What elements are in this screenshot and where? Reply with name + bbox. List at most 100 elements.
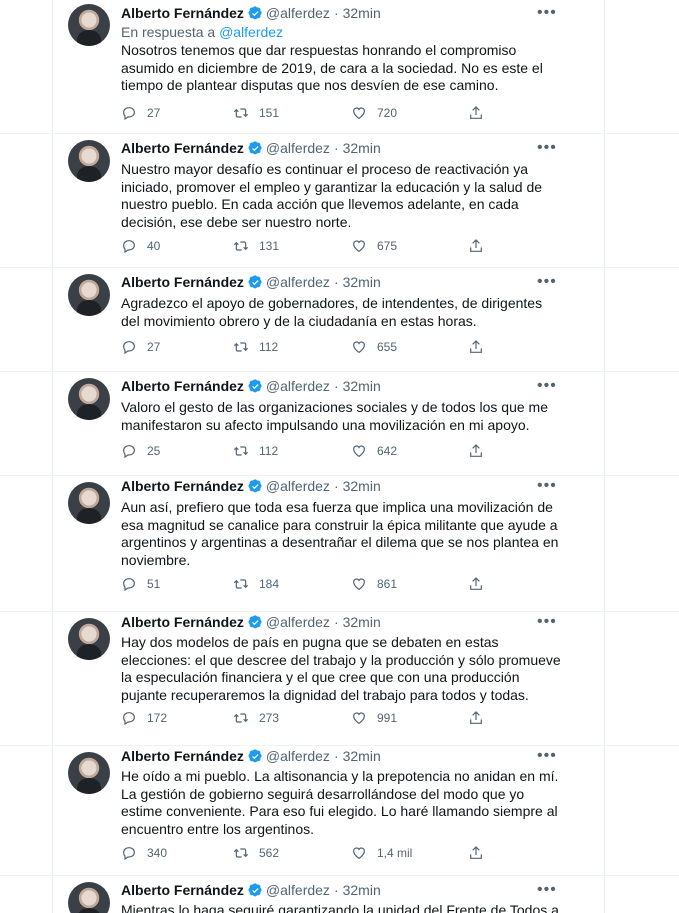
avatar[interactable] — [68, 752, 110, 794]
tweet-text: Valoro el gesto de las organizaciones so… — [121, 399, 548, 433]
share-button[interactable] — [468, 338, 494, 356]
more-icon[interactable]: ••• — [537, 882, 557, 898]
tweet-actions: 340 562 1,4 mil — [121, 844, 501, 862]
more-icon[interactable]: ••• — [537, 140, 557, 156]
tweet-timestamp[interactable]: 32min — [343, 274, 381, 290]
tweet-header: Alberto Fernández @alferdez · 32min — [121, 747, 381, 765]
author-handle[interactable]: @alferdez — [266, 882, 330, 898]
author-name[interactable]: Alberto Fernández — [121, 274, 244, 290]
tweet-timestamp[interactable]: 32min — [343, 478, 381, 494]
author-name[interactable]: Alberto Fernández — [121, 378, 244, 394]
like-button[interactable]: 861 — [351, 575, 397, 593]
retweet-icon — [233, 845, 259, 861]
tweet[interactable]: Alberto Fernández @alferdez · 32min ••• A… — [0, 268, 679, 372]
like-button[interactable]: 675 — [351, 237, 397, 255]
author-handle[interactable]: @alferdez — [266, 614, 330, 630]
separator-dot: · — [333, 5, 339, 21]
separator-dot: · — [333, 882, 339, 898]
avatar[interactable] — [68, 4, 110, 46]
author-name[interactable]: Alberto Fernández — [121, 882, 244, 898]
retweet-count: 112 — [259, 340, 279, 354]
author-name[interactable]: Alberto Fernández — [121, 478, 244, 494]
retweet-icon — [233, 443, 259, 459]
like-button[interactable]: 1,4 mil — [351, 844, 412, 862]
author-handle[interactable]: @alferdez — [266, 478, 330, 494]
like-icon — [351, 105, 377, 121]
reply-button[interactable]: 340 — [121, 844, 167, 862]
avatar[interactable] — [68, 618, 110, 660]
tweet[interactable]: Alberto Fernández @alferdez · 32min ••• M… — [0, 876, 679, 913]
avatar[interactable] — [68, 140, 110, 182]
share-button[interactable] — [468, 104, 494, 122]
retweet-button[interactable]: 562 — [233, 844, 279, 862]
avatar[interactable] — [68, 274, 110, 316]
like-button[interactable]: 991 — [351, 709, 397, 727]
tweet-timestamp[interactable]: 32min — [343, 748, 381, 764]
retweet-button[interactable]: 112 — [233, 338, 278, 356]
tweet-timestamp[interactable]: 32min — [343, 882, 381, 898]
tweet[interactable]: Alberto Fernández @alferdez · 32min ••• … — [0, 0, 679, 134]
author-handle[interactable]: @alferdez — [266, 140, 330, 156]
retweet-button[interactable]: 184 — [233, 575, 279, 593]
reply-button[interactable]: 25 — [121, 442, 160, 460]
tweet-timestamp[interactable]: 32min — [343, 140, 381, 156]
like-icon — [351, 238, 377, 254]
reply-button[interactable]: 51 — [121, 575, 160, 593]
share-button[interactable] — [468, 844, 494, 862]
tweet-actions: 40 131 675 — [121, 237, 501, 255]
more-icon[interactable]: ••• — [537, 5, 557, 21]
share-button[interactable] — [468, 237, 494, 255]
share-icon — [468, 576, 494, 592]
tweet-actions: 51 184 861 — [121, 575, 501, 593]
tweet[interactable]: Alberto Fernández @alferdez · 32min ••• N… — [0, 134, 679, 268]
avatar[interactable] — [68, 482, 110, 524]
tweet[interactable]: Alberto Fernández @alferdez · 32min ••• H… — [0, 746, 679, 876]
reply-icon — [121, 576, 147, 592]
reply-handle-link[interactable]: @alferdez — [219, 24, 283, 40]
author-handle[interactable]: @alferdez — [266, 5, 330, 21]
like-button[interactable]: 720 — [351, 104, 397, 122]
tweet[interactable]: Alberto Fernández @alferdez · 32min ••• V… — [0, 372, 679, 476]
more-icon[interactable]: ••• — [537, 274, 557, 290]
share-button[interactable] — [468, 709, 494, 727]
share-button[interactable] — [468, 575, 494, 593]
reply-count: 340 — [147, 846, 168, 860]
author-name[interactable]: Alberto Fernández — [121, 140, 244, 156]
tweet[interactable]: Alberto Fernández @alferdez · 32min ••• A… — [0, 476, 679, 612]
avatar[interactable] — [68, 882, 110, 913]
author-handle[interactable]: @alferdez — [266, 274, 330, 290]
share-button[interactable] — [468, 442, 494, 460]
tweet-timestamp[interactable]: 32min — [343, 614, 381, 630]
tweet-actions: 172 273 991 — [121, 709, 501, 727]
verified-badge-icon — [248, 378, 263, 394]
retweet-button[interactable]: 273 — [233, 709, 279, 727]
author-name[interactable]: Alberto Fernández — [121, 614, 244, 630]
tweet-header: Alberto Fernández @alferdez · 32min — [121, 377, 381, 395]
author-handle[interactable]: @alferdez — [266, 378, 330, 394]
more-icon[interactable]: ••• — [537, 478, 557, 494]
more-icon[interactable]: ••• — [537, 614, 557, 630]
retweet-button[interactable]: 151 — [233, 104, 279, 122]
tweet-timestamp[interactable]: 32min — [343, 378, 381, 394]
retweet-icon — [233, 238, 259, 254]
retweet-count: 112 — [259, 444, 279, 458]
author-name[interactable]: Alberto Fernández — [121, 748, 244, 764]
tweet-timestamp[interactable]: 32min — [343, 5, 381, 21]
reply-button[interactable]: 27 — [121, 104, 160, 122]
tweet[interactable]: Alberto Fernández @alferdez · 32min ••• H… — [0, 612, 679, 746]
retweet-count: 151 — [259, 106, 280, 120]
more-icon[interactable]: ••• — [537, 378, 557, 394]
more-icon[interactable]: ••• — [537, 748, 557, 764]
author-handle[interactable]: @alferdez — [266, 748, 330, 764]
reply-button[interactable]: 40 — [121, 237, 160, 255]
retweet-button[interactable]: 131 — [233, 237, 279, 255]
reply-button[interactable]: 172 — [121, 709, 167, 727]
author-name[interactable]: Alberto Fernández — [121, 5, 244, 21]
tweet-text: Aun así, prefiero que toda esa fuerza qu… — [121, 499, 559, 568]
retweet-button[interactable]: 112 — [233, 442, 278, 460]
reply-button[interactable]: 27 — [121, 338, 160, 356]
avatar[interactable] — [68, 378, 110, 420]
like-button[interactable]: 642 — [351, 442, 397, 460]
reply-count: 51 — [147, 577, 161, 591]
like-button[interactable]: 655 — [351, 338, 397, 356]
